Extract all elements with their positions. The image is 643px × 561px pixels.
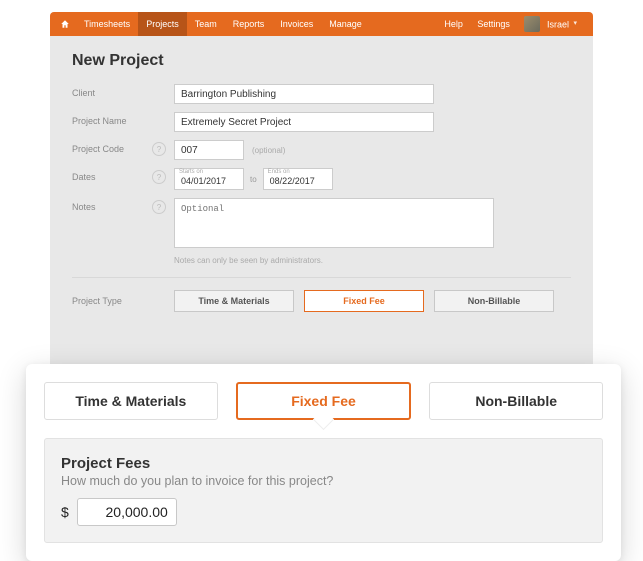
project-code-input[interactable] bbox=[174, 140, 244, 160]
optional-text: (optional) bbox=[252, 146, 285, 155]
tab-non-billable[interactable]: Non-Billable bbox=[429, 382, 603, 420]
home-icon[interactable] bbox=[60, 19, 70, 29]
project-name-input[interactable] bbox=[174, 112, 434, 132]
project-fees-panel: Project Fees How much do you plan to inv… bbox=[44, 438, 603, 543]
label-notes: Notes bbox=[72, 198, 152, 212]
project-type-fixed-fee[interactable]: Fixed Fee bbox=[304, 290, 424, 312]
starts-on-label: Starts on bbox=[179, 169, 203, 175]
help-icon[interactable]: ? bbox=[152, 170, 166, 184]
chevron-down-icon: ▾ bbox=[573, 20, 577, 27]
notes-hint: Notes can only be seen by administrators… bbox=[174, 256, 571, 265]
label-dates: Dates bbox=[72, 168, 152, 182]
label-client: Client bbox=[72, 84, 152, 98]
app-window: Timesheets Projects Team Reports Invoice… bbox=[50, 12, 593, 372]
avatar bbox=[524, 16, 540, 32]
nav-timesheets[interactable]: Timesheets bbox=[76, 12, 138, 36]
tab-time-materials[interactable]: Time & Materials bbox=[44, 382, 218, 420]
label-project-code: Project Code bbox=[72, 140, 152, 154]
nav-reports[interactable]: Reports bbox=[225, 12, 273, 36]
notes-textarea[interactable] bbox=[174, 198, 494, 248]
label-project-type: Project Type bbox=[72, 296, 174, 306]
ends-on-label: Ends on bbox=[268, 169, 290, 175]
user-name: Israel bbox=[547, 19, 569, 29]
divider bbox=[72, 277, 571, 278]
help-icon[interactable]: ? bbox=[152, 200, 166, 214]
nav-manage[interactable]: Manage bbox=[321, 12, 370, 36]
nav-invoices[interactable]: Invoices bbox=[272, 12, 321, 36]
nav-settings[interactable]: Settings bbox=[471, 19, 516, 29]
project-type-card: Time & Materials Fixed Fee Non-Billable … bbox=[26, 364, 621, 561]
help-icon[interactable]: ? bbox=[152, 142, 166, 156]
to-text: to bbox=[250, 175, 257, 184]
label-project-name: Project Name bbox=[72, 112, 152, 126]
tab-fixed-fee[interactable]: Fixed Fee bbox=[236, 382, 412, 420]
client-select[interactable] bbox=[174, 84, 434, 104]
nav-help[interactable]: Help bbox=[438, 19, 469, 29]
nav-projects[interactable]: Projects bbox=[138, 12, 187, 36]
project-type-time-materials[interactable]: Time & Materials bbox=[174, 290, 294, 312]
navbar: Timesheets Projects Team Reports Invoice… bbox=[50, 12, 593, 36]
currency-symbol: $ bbox=[61, 504, 69, 520]
project-fee-input[interactable] bbox=[77, 498, 177, 526]
project-type-non-billable[interactable]: Non-Billable bbox=[434, 290, 554, 312]
user-menu[interactable]: Israel ▾ bbox=[518, 19, 583, 29]
nav-team[interactable]: Team bbox=[187, 12, 225, 36]
page-title: New Project bbox=[72, 52, 571, 70]
project-fees-subtitle: How much do you plan to invoice for this… bbox=[61, 474, 586, 488]
project-fees-title: Project Fees bbox=[61, 455, 586, 472]
